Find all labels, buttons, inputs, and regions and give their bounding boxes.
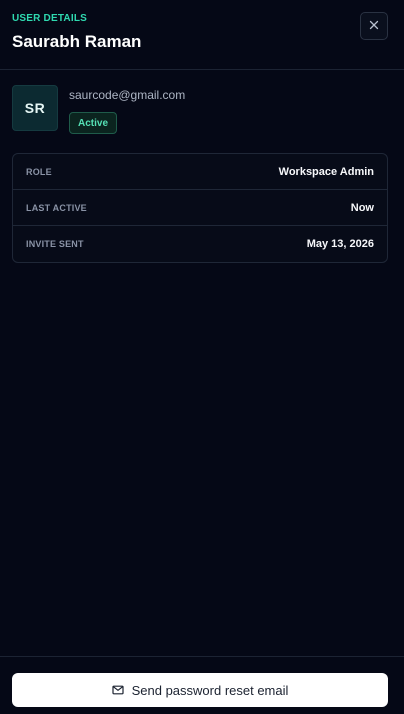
close-icon bbox=[369, 17, 379, 35]
detail-label: LAST ACTIVE bbox=[26, 202, 87, 213]
detail-row-invite-sent: INVITE SENT May 13, 2026 bbox=[13, 226, 387, 262]
panel-footer: Send password reset email bbox=[0, 656, 404, 714]
detail-row-role: ROLE Workspace Admin bbox=[13, 154, 387, 190]
avatar: SR bbox=[12, 85, 58, 131]
detail-row-last-active: LAST ACTIVE Now bbox=[13, 190, 387, 226]
detail-value: Now bbox=[350, 201, 374, 214]
panel-header: USER DETAILS Saurabh Raman bbox=[0, 0, 404, 70]
send-password-reset-label: Send password reset email bbox=[131, 682, 289, 698]
user-name-title: Saurabh Raman bbox=[12, 32, 142, 51]
detail-value: May 13, 2026 bbox=[306, 238, 374, 250]
close-button[interactable] bbox=[360, 12, 388, 40]
detail-label: INVITE SENT bbox=[26, 239, 84, 249]
mail-icon bbox=[111, 685, 124, 695]
eyebrow-label: USER DETAILS bbox=[12, 13, 87, 24]
status-badge: Active bbox=[69, 112, 118, 134]
detail-value: Workspace Admin bbox=[278, 165, 374, 178]
send-password-reset-button[interactable]: Send password reset email bbox=[12, 673, 388, 707]
details-table: ROLE Workspace Admin LAST ACTIVE Now INV… bbox=[12, 153, 388, 263]
user-details-panel: USER DETAILS Saurabh Raman SR saurcode@g… bbox=[0, 0, 404, 714]
user-email: saurcode@gmail.com bbox=[69, 88, 186, 102]
profile-summary: SR saurcode@gmail.com Active bbox=[12, 85, 392, 135]
detail-label: ROLE bbox=[26, 166, 52, 177]
